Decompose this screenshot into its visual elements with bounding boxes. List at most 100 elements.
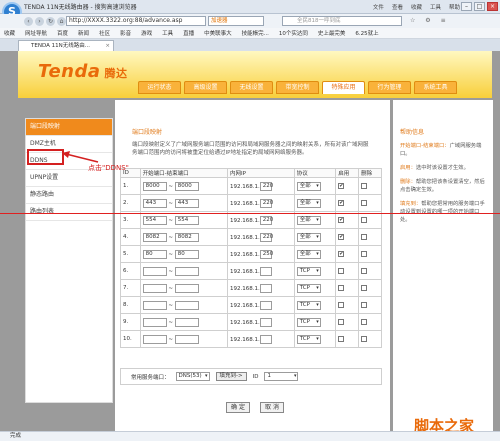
delete-checkbox[interactable] xyxy=(361,182,368,189)
nav-tab-advanced[interactable]: 高级设置 xyxy=(184,81,227,94)
favorite-item[interactable]: 游戏 xyxy=(141,29,152,37)
enable-checkbox[interactable] xyxy=(338,284,345,291)
nav-tab-bandwidth[interactable]: 带宽控制 xyxy=(276,81,319,94)
menu-favorites[interactable]: 收藏 xyxy=(411,3,422,11)
delete-checkbox[interactable] xyxy=(361,267,368,274)
menu-tools[interactable]: 工具 xyxy=(430,3,441,11)
ip-last-octet-input[interactable] xyxy=(259,334,272,344)
end-port-input[interactable] xyxy=(174,334,199,344)
start-port-input[interactable] xyxy=(142,283,167,293)
menu-help[interactable]: 帮助 xyxy=(449,3,460,11)
close-tab-icon[interactable]: × xyxy=(105,41,110,51)
protocol-select[interactable]: 全部 xyxy=(296,181,321,191)
side-item-static-route[interactable]: 静态路由 xyxy=(26,187,112,204)
enable-checkbox[interactable]: ✔ xyxy=(338,250,345,257)
search-input[interactable]: 全民818一呼到底 xyxy=(282,16,402,26)
start-port-input[interactable] xyxy=(142,317,167,327)
ip-last-octet-input[interactable] xyxy=(259,283,272,293)
delete-checkbox[interactable] xyxy=(361,216,368,223)
cancel-button[interactable]: 取 消 xyxy=(260,402,284,413)
enable-checkbox[interactable]: ✔ xyxy=(338,216,345,223)
delete-checkbox[interactable] xyxy=(361,284,368,291)
delete-checkbox[interactable] xyxy=(361,250,368,257)
maximize-button[interactable]: □ xyxy=(474,2,485,11)
favorite-item[interactable]: 直播 xyxy=(183,29,194,37)
menu-file[interactable]: 文件 xyxy=(373,3,384,11)
protocol-select[interactable]: TCP xyxy=(296,266,321,276)
ip-last-octet-input[interactable] xyxy=(259,317,272,327)
minimize-button[interactable]: – xyxy=(461,2,472,11)
delete-checkbox[interactable] xyxy=(361,335,368,342)
refresh-icon[interactable]: ↻ xyxy=(46,16,55,26)
ip-last-octet-input[interactable]: 220 xyxy=(259,181,273,191)
end-port-input[interactable]: 80 xyxy=(174,249,199,259)
toolbar-icons[interactable]: ☆ ⚙ ≡ xyxy=(410,17,450,24)
id-select[interactable]: 1 xyxy=(264,372,299,381)
protocol-select[interactable]: TCP xyxy=(296,300,321,310)
enable-checkbox[interactable] xyxy=(338,301,345,308)
protocol-select[interactable]: TCP xyxy=(296,283,321,293)
delete-checkbox[interactable] xyxy=(361,318,368,325)
enable-checkbox[interactable]: ✔ xyxy=(338,182,345,189)
end-port-input[interactable] xyxy=(174,283,199,293)
protocol-select[interactable]: 全部 xyxy=(296,249,321,259)
favorite-item[interactable]: 网址导航 xyxy=(25,29,47,37)
nav-tab-system[interactable]: 系统工具 xyxy=(414,81,457,94)
start-port-input[interactable] xyxy=(142,266,167,276)
enable-checkbox[interactable]: ✔ xyxy=(338,233,345,240)
side-item-port-range[interactable]: 端口段映射 xyxy=(26,119,112,136)
end-port-input[interactable] xyxy=(174,317,199,327)
enable-checkbox[interactable] xyxy=(338,335,345,342)
ok-button[interactable]: 确 定 xyxy=(226,402,250,413)
ip-last-octet-input[interactable]: 220 xyxy=(259,215,273,225)
menu-view[interactable]: 查看 xyxy=(392,3,403,11)
favorite-item[interactable]: 社区 xyxy=(99,29,110,37)
url-input[interactable]: http://XXXX.3322.org:88/advance.asp xyxy=(66,16,206,26)
favorite-item[interactable]: 影音 xyxy=(120,29,131,37)
start-port-input[interactable]: 443 xyxy=(142,198,167,208)
end-port-input[interactable] xyxy=(174,266,199,276)
nav-tab-status[interactable]: 运行状态 xyxy=(138,81,181,94)
favorite-item[interactable]: 史上最完美 xyxy=(318,29,346,37)
fill-to-button[interactable]: 填充到-> xyxy=(215,372,247,381)
end-port-input[interactable]: 554 xyxy=(174,215,199,225)
enable-checkbox[interactable] xyxy=(338,267,345,274)
ip-last-octet-input[interactable]: 220 xyxy=(259,232,273,242)
start-port-input[interactable]: 8000 xyxy=(142,181,167,191)
favorite-item[interactable]: 技能帳完... xyxy=(242,29,269,37)
start-port-input[interactable] xyxy=(142,300,167,310)
protocol-select[interactable]: 全部 xyxy=(296,215,321,225)
favorite-item[interactable]: 中美联事大 xyxy=(204,29,232,37)
protocol-select[interactable]: 全部 xyxy=(296,198,321,208)
end-port-input[interactable] xyxy=(174,300,199,310)
favorite-item[interactable]: 收藏 xyxy=(4,29,15,37)
start-port-input[interactable]: 80 xyxy=(142,249,167,259)
delete-checkbox[interactable] xyxy=(361,301,368,308)
ip-last-octet-input[interactable] xyxy=(259,266,272,276)
protocol-select[interactable]: 全部 xyxy=(296,232,321,242)
nav-tab-behavior[interactable]: 行为管理 xyxy=(368,81,411,94)
browser-tab[interactable]: TENDA 11N无线路由... × xyxy=(18,40,114,51)
nav-tab-wireless[interactable]: 无线设置 xyxy=(230,81,273,94)
delete-checkbox[interactable] xyxy=(361,233,368,240)
protocol-select[interactable]: TCP xyxy=(296,334,321,344)
ip-last-octet-input[interactable] xyxy=(259,300,272,310)
start-port-input[interactable]: 8082 xyxy=(142,232,167,242)
enable-checkbox[interactable] xyxy=(338,318,345,325)
end-port-input[interactable]: 443 xyxy=(174,198,199,208)
delete-checkbox[interactable] xyxy=(361,199,368,206)
nav-tab-special-apps[interactable]: 特殊应用 xyxy=(322,81,365,94)
end-port-input[interactable]: 8082 xyxy=(174,232,199,242)
ip-last-octet-input[interactable]: 250 xyxy=(259,249,273,259)
start-port-input[interactable] xyxy=(142,334,167,344)
favorite-item[interactable]: 6.25就上 xyxy=(355,29,378,37)
favorite-item[interactable]: 10个实达同 xyxy=(279,29,308,37)
favorite-item[interactable]: 工具 xyxy=(162,29,173,37)
start-port-input[interactable]: 554 xyxy=(142,215,167,225)
end-port-input[interactable]: 8000 xyxy=(174,181,199,191)
home-icon[interactable]: ⌂ xyxy=(57,16,66,26)
ip-last-octet-input[interactable]: 220 xyxy=(259,198,273,208)
protocol-select[interactable]: TCP xyxy=(296,317,321,327)
back-icon[interactable]: ‹ xyxy=(24,16,33,26)
favorite-item[interactable]: 新闻 xyxy=(78,29,89,37)
